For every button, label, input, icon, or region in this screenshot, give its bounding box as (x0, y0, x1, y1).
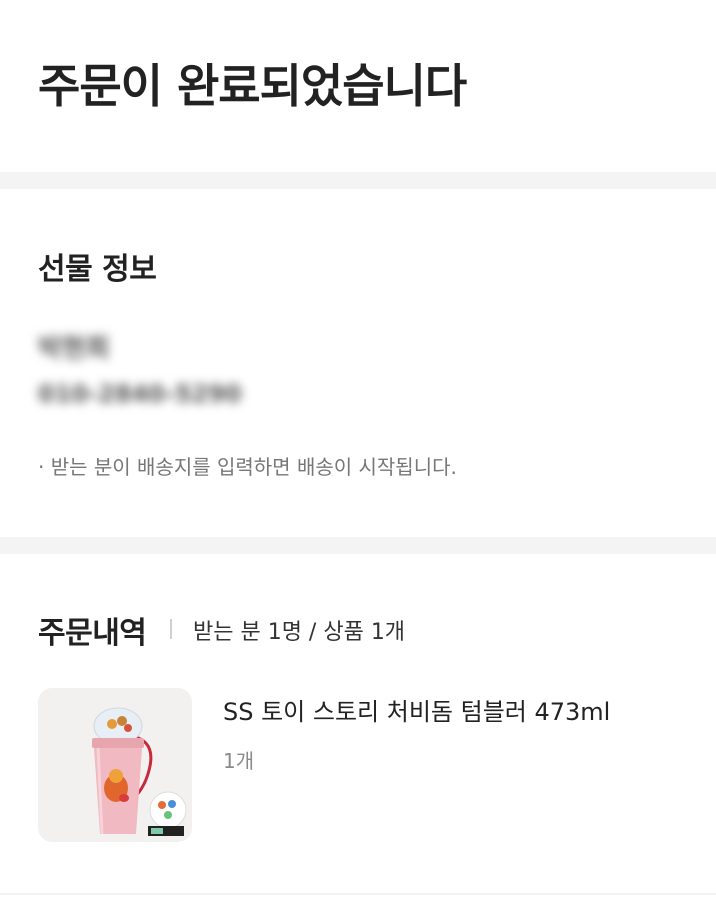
product-thumbnail[interactable] (38, 688, 192, 842)
product-quantity: 1개 (223, 749, 255, 773)
heading-separator (170, 619, 172, 639)
gift-info-heading: 선물 정보 (38, 252, 157, 287)
order-heading: 주문내역 (38, 616, 147, 651)
section-divider (0, 537, 716, 554)
tumbler-product-image (92, 707, 187, 836)
recipient-phone: 010-2840-5290 (38, 380, 242, 408)
delivery-notice: · 받는 분이 배송지를 입력하면 배송이 시작됩니다. (38, 455, 457, 479)
order-summary: 받는 분 1명 / 상품 1개 (193, 620, 406, 645)
section-divider (0, 172, 716, 189)
product-name[interactable]: SS 토이 스토리 처비돔 텀블러 473ml (223, 692, 610, 727)
recipient-name: 박현희 (38, 334, 110, 364)
bottom-divider (0, 893, 716, 895)
page-title: 주문이 완료되었습니다 (38, 59, 467, 113)
